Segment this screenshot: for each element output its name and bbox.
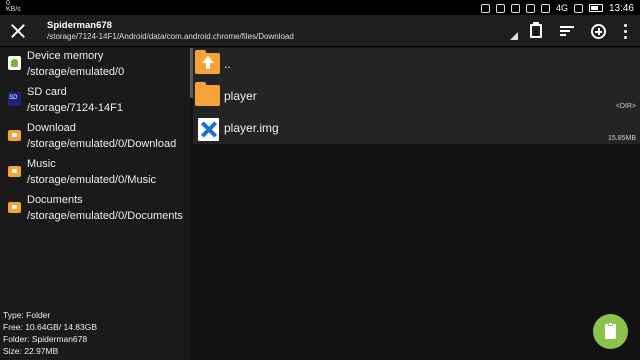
info-size: Size: 22.97MB <box>3 346 59 356</box>
file-name: player.img <box>224 121 279 135</box>
parent-folder-row[interactable]: .. <box>193 48 640 80</box>
sidebar-item-path: /storage/7124-14F1 <box>27 102 124 114</box>
network-speed-unit: KB/s <box>6 6 21 13</box>
bluetooth-icon <box>510 3 520 13</box>
battery-icon <box>588 4 603 12</box>
vibrate-icon <box>525 3 535 13</box>
folder-icon <box>8 166 21 177</box>
image-file-icon <box>195 117 220 141</box>
android-icon <box>8 56 21 70</box>
file-list: .. player <DIR> player.img 15.85MB <box>193 48 640 144</box>
sidebar-item-label: Music <box>27 158 56 170</box>
clock: 13:46 <box>608 2 634 14</box>
folder-icon <box>8 202 21 213</box>
file-name: player <box>224 89 257 103</box>
sidebar-item-documents[interactable]: Documents /storage/emulated/0/Documents <box>0 192 190 228</box>
file-type-label: <DIR> <box>615 103 636 110</box>
path-dropdown-icon[interactable] <box>510 32 518 40</box>
current-folder-title: Spiderman678 <box>47 20 112 31</box>
network-type: 4G <box>555 3 568 13</box>
network-speed: 0 KB/s <box>6 0 21 13</box>
folder-icon <box>195 82 220 106</box>
sidebar-item-music[interactable]: Music /storage/emulated/0/Music <box>0 156 190 192</box>
sidebar-item-label: Documents <box>27 194 83 206</box>
status-bar: 0 KB/s 4G 13:46 <box>0 0 640 15</box>
current-path: /storage/7124-14F1/Android/data/com.andr… <box>47 32 294 41</box>
info-free-space: Free: 10.64GB/ 14.83GB <box>3 322 98 332</box>
file-size: 15.85MB <box>607 135 636 142</box>
headphones-icon <box>480 3 490 13</box>
file-row-player-img[interactable]: player.img 15.85MB <box>193 112 640 144</box>
sd-card-icon <box>8 92 21 106</box>
folder-row-player[interactable]: player <DIR> <box>193 80 640 112</box>
sidebar-item-label: SD card <box>27 86 67 98</box>
clipboard-icon[interactable] <box>527 22 545 40</box>
folder-icon <box>8 130 21 141</box>
sidebar-item-path: /storage/emulated/0/Download <box>27 138 177 150</box>
sidebar-item-download[interactable]: Download /storage/emulated/0/Download <box>0 120 190 156</box>
toolbar: Spiderman678 /storage/7124-14F1/Android/… <box>0 15 640 47</box>
sidebar-item-path: /storage/emulated/0/Music <box>27 174 157 186</box>
sidebar-item-sd-card[interactable]: SD card /storage/7124-14F1 <box>0 84 190 120</box>
sidebar-item-path: /storage/emulated/0 <box>27 66 125 78</box>
info-folder: Folder: Spiderman678 <box>3 334 88 344</box>
folder-up-icon <box>195 50 220 74</box>
file-name: .. <box>224 57 231 71</box>
status-icons: 4G 13:46 <box>480 2 634 14</box>
close-button[interactable] <box>6 19 30 43</box>
paste-fab-button[interactable] <box>593 314 628 349</box>
folder-info-panel: Type: Folder Free: 10.64GB/ 14.83GB Fold… <box>3 309 97 357</box>
clipboard-icon <box>605 324 616 339</box>
sidebar-item-device-memory[interactable]: Device memory /storage/emulated/0 <box>0 48 190 84</box>
volte-icon <box>540 3 550 13</box>
signal-icon <box>573 3 583 13</box>
sidebar-item-label: Download <box>27 122 76 134</box>
add-icon[interactable] <box>589 22 607 40</box>
sort-icon[interactable] <box>558 22 576 40</box>
more-options-icon[interactable] <box>617 22 635 40</box>
sidebar-item-label: Device memory <box>27 50 104 62</box>
info-type: Type: Folder <box>3 310 51 320</box>
sidebar-item-path: /storage/emulated/0/Documents <box>27 210 183 222</box>
cast-icon <box>495 3 505 13</box>
